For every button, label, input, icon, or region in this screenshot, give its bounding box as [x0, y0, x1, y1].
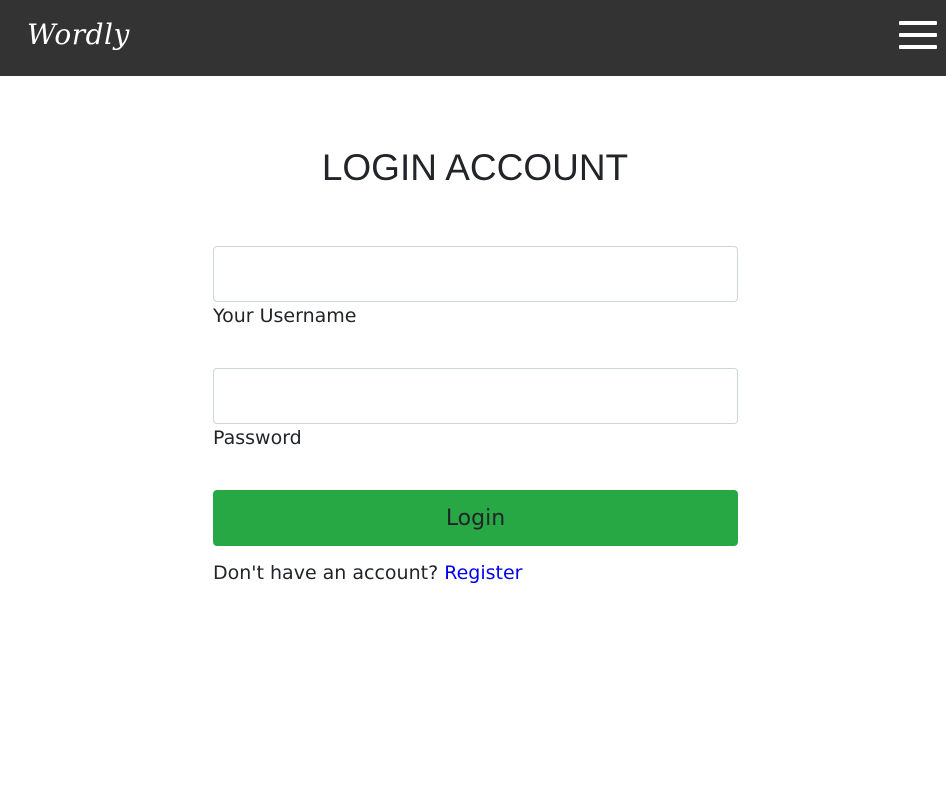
- password-input[interactable]: [213, 368, 738, 424]
- hamburger-line: [899, 33, 937, 37]
- navbar: Wordly: [0, 0, 946, 76]
- hamburger-line: [899, 21, 937, 25]
- no-account-text: Don't have an account?: [213, 562, 439, 584]
- hamburger-menu-icon[interactable]: [899, 20, 937, 50]
- login-button[interactable]: Login: [213, 490, 738, 546]
- password-label: Password: [213, 427, 302, 449]
- page-title: LOGIN ACCOUNT: [321, 147, 629, 188]
- username-label: Your Username: [213, 305, 357, 327]
- brand-logo[interactable]: Wordly: [27, 18, 130, 51]
- register-link[interactable]: Register: [444, 562, 522, 584]
- hamburger-line: [899, 45, 937, 49]
- register-prompt: Don't have an account? Register: [213, 562, 522, 584]
- username-input[interactable]: [213, 246, 738, 302]
